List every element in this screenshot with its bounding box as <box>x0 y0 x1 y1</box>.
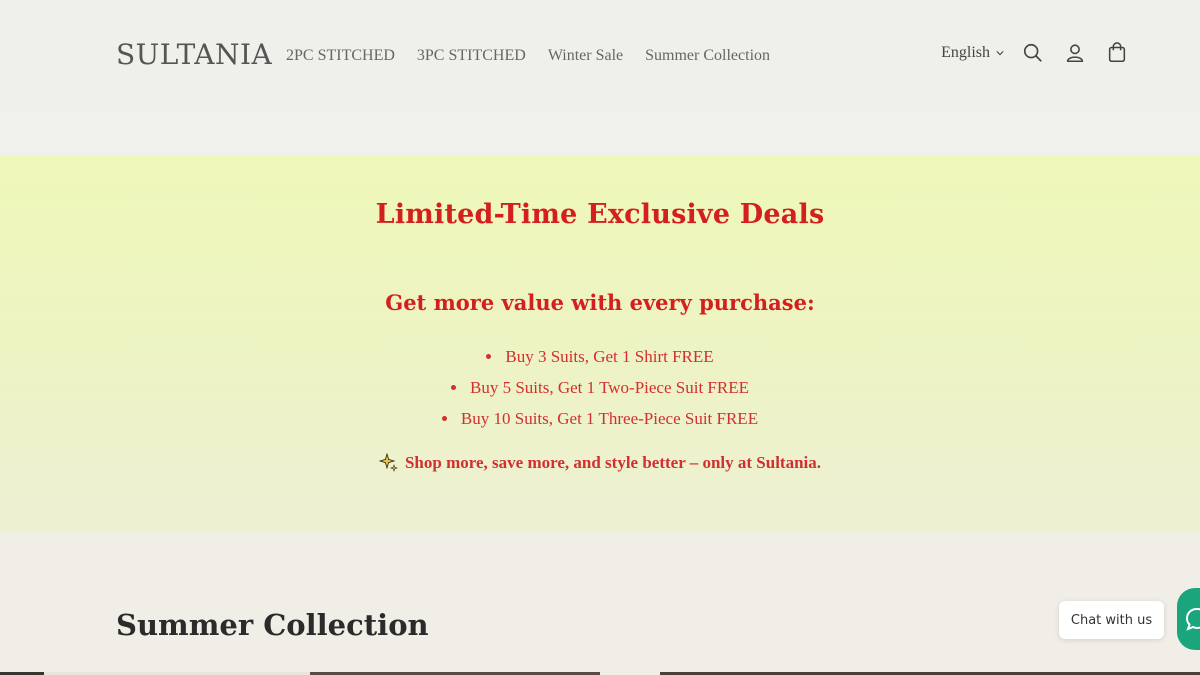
bullet-icon <box>441 415 447 421</box>
chat-icon <box>1185 607 1200 631</box>
site-header: SULTANIA 2PC STITCHED 3PC STITCHED Winte… <box>0 0 1200 155</box>
promo-subtitle: Get more value with every purchase: <box>385 290 815 315</box>
search-icon[interactable] <box>1020 40 1046 66</box>
list-item: Buy 5 Suits, Get 1 Two-Piece Suit FREE <box>0 378 1200 409</box>
chat-with-us-button[interactable]: Chat with us <box>1059 601 1164 639</box>
offer-list: Buy 3 Suits, Get 1 Shirt FREE Buy 5 Suit… <box>0 347 1200 440</box>
offer-text: Buy 3 Suits, Get 1 Shirt FREE <box>505 347 714 366</box>
language-selector[interactable]: English <box>941 44 1004 62</box>
nav-item-2pc-stitched[interactable]: 2PC STITCHED <box>286 47 395 65</box>
main-nav: 2PC STITCHED 3PC STITCHED Winter Sale Su… <box>286 47 770 65</box>
cart-icon[interactable] <box>1104 40 1130 66</box>
promo-banner: Limited-Time Exclusive Deals Get more va… <box>0 155 1200 533</box>
nav-item-3pc-stitched[interactable]: 3PC STITCHED <box>417 47 526 65</box>
sparkle-icon <box>378 453 398 472</box>
header-actions: English <box>941 40 1130 66</box>
site-logo[interactable]: SULTANIA <box>116 38 272 71</box>
bullet-icon <box>450 384 456 390</box>
chat-launcher-button[interactable] <box>1177 588 1200 650</box>
promo-title: Limited-Time Exclusive Deals <box>375 199 825 230</box>
list-item: Buy 3 Suits, Get 1 Shirt FREE <box>0 347 1200 378</box>
nav-item-summer-collection[interactable]: Summer Collection <box>645 47 770 65</box>
list-item: Buy 10 Suits, Get 1 Three-Piece Suit FRE… <box>0 409 1200 440</box>
summer-collection-section: Summer Collection <box>0 533 1200 675</box>
section-title: Summer Collection <box>116 608 429 642</box>
promo-tagline: Shop more, save more, and style better –… <box>0 453 1200 473</box>
nav-item-winter-sale[interactable]: Winter Sale <box>548 47 623 65</box>
offer-text: Buy 10 Suits, Get 1 Three-Piece Suit FRE… <box>460 409 759 428</box>
offer-text: Buy 5 Suits, Get 1 Two-Piece Suit FREE <box>469 378 749 397</box>
bullet-icon <box>486 353 492 359</box>
language-label: English <box>941 44 990 61</box>
chevron-down-icon <box>996 51 1004 56</box>
account-icon[interactable] <box>1062 40 1088 66</box>
tagline-text: Shop more, save more, and style better –… <box>404 453 822 472</box>
